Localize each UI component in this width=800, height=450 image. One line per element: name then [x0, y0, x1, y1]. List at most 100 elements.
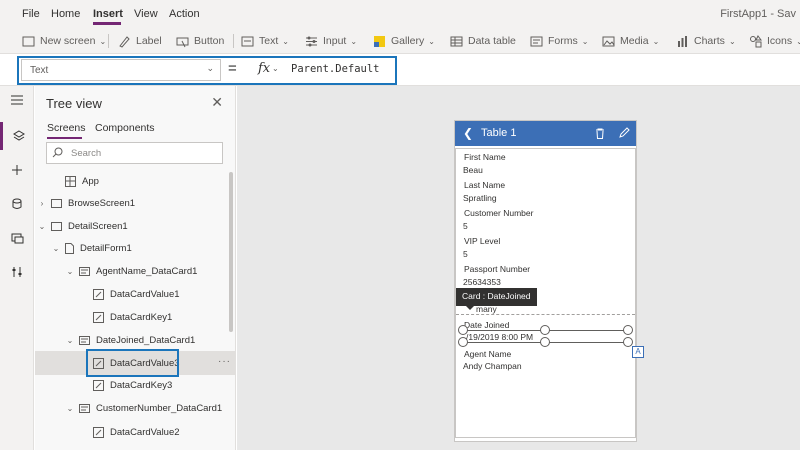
tree-node-label: BrowseScreen1 — [68, 197, 136, 209]
trash-icon[interactable] — [595, 128, 605, 139]
field-value-first-name[interactable]: Beau — [463, 165, 483, 175]
charts-icon — [678, 35, 687, 47]
tools-icon — [12, 267, 22, 277]
edit-pencil-icon[interactable] — [619, 127, 630, 138]
insert-button[interactable] — [0, 156, 34, 184]
field-label-vip-level: VIP Level — [464, 236, 501, 246]
new-screen-button[interactable]: New screen ⌄ — [22, 33, 106, 49]
edit-control-icon — [93, 379, 104, 391]
field-label-passport-number: Passport Number — [464, 264, 531, 274]
charts-button[interactable]: Charts ⌄ — [676, 33, 736, 49]
tree-node-datejoined-card[interactable]: ⌄ DateJoined_DataCard1 — [65, 329, 196, 351]
tree-node-agent-card[interactable]: ⌄ AgentName_DataCard1 — [65, 260, 198, 282]
resize-handle[interactable] — [623, 325, 633, 335]
text-button-label: Text — [259, 35, 279, 47]
data-button[interactable] — [0, 190, 34, 218]
chevron-down-icon[interactable]: ⌄ — [51, 244, 61, 253]
data-table-button[interactable]: Data table — [450, 33, 516, 49]
tab-active-underline — [47, 137, 82, 139]
tree-node-detail-screen[interactable]: ⌄ DetailScreen1 — [37, 215, 128, 237]
media-icon — [11, 233, 23, 244]
screen-header: ❮ Table 1 — [455, 121, 636, 146]
field-label-first-name: First Name — [464, 152, 506, 162]
app-icon — [65, 175, 76, 187]
chevron-down-icon: ⌄ — [282, 36, 289, 46]
menu-view[interactable]: View — [134, 8, 158, 20]
forms-icon — [530, 36, 543, 46]
chevron-down-icon[interactable]: ⌄ — [37, 222, 47, 231]
gallery-button-label: Gallery — [391, 35, 425, 47]
media-rail-button[interactable] — [0, 224, 34, 252]
chevron-down-icon[interactable]: ⌄ — [65, 267, 75, 276]
tree-node-label: DataCardValue2 — [110, 426, 180, 438]
ribbon-divider — [233, 34, 234, 48]
tree-node-agent-key[interactable]: DataCardKey1 — [93, 306, 172, 328]
chevron-down-icon[interactable]: ⌄ — [65, 404, 75, 413]
hamburger-icon — [11, 95, 23, 105]
tree-node-browse-screen[interactable]: › BrowseScreen1 — [37, 192, 135, 214]
hamburger-menu-button[interactable] — [0, 86, 34, 114]
media-button[interactable]: Media ⌄ — [602, 33, 659, 49]
text-button[interactable]: Text ⌄ — [241, 33, 289, 49]
tree-node-customer-value[interactable]: DataCardValue2 — [93, 421, 180, 443]
tree-node-label: DateJoined_DataCard1 — [96, 334, 196, 346]
field-value-customer-number[interactable]: 5 — [463, 221, 468, 231]
menu-insert[interactable]: Insert — [93, 8, 123, 20]
close-icon[interactable]: ✕ — [211, 94, 223, 111]
gallery-button[interactable]: Gallery ⌄ — [373, 33, 435, 49]
app-screen-preview[interactable]: ❮ Table 1 First Name Beau Last Name Spra… — [454, 120, 637, 442]
advanced-tools-button[interactable] — [0, 258, 34, 286]
tree-node-datejoined-key[interactable]: DataCardKey3 — [93, 374, 172, 396]
menu-action[interactable]: Action — [169, 8, 200, 20]
selected-node-highlight-box — [86, 349, 179, 377]
menu-file[interactable]: File — [22, 8, 40, 20]
field-label-last-name: Last Name — [464, 180, 506, 190]
back-arrow-icon[interactable]: ❮ — [463, 126, 473, 140]
chevron-down-icon: ⌄ — [99, 36, 107, 46]
more-options-icon[interactable]: ··· — [218, 356, 231, 367]
data-table-label: Data table — [468, 35, 516, 47]
tree-node-detail-form[interactable]: ⌄ DetailForm1 — [51, 237, 132, 259]
formula-highlight-box — [17, 56, 397, 85]
menu-home[interactable]: Home — [51, 8, 80, 20]
chevron-right-icon[interactable]: › — [37, 199, 47, 208]
resize-handle[interactable] — [540, 325, 550, 335]
label-button[interactable]: Label — [118, 33, 162, 49]
gallery-icon — [374, 35, 385, 47]
resize-handle[interactable] — [540, 337, 550, 347]
field-value-passport-number[interactable]: 25634353 — [463, 277, 501, 287]
tree-scrollbar[interactable] — [229, 172, 233, 332]
field-value-vip-level[interactable]: 5 — [463, 249, 468, 259]
button-icon — [176, 37, 189, 47]
field-value-agent-name[interactable]: Andy Champan — [463, 361, 522, 371]
tab-screens[interactable]: Screens — [47, 122, 86, 134]
button-button[interactable]: Button — [176, 33, 224, 49]
tree-node-app[interactable]: App — [51, 170, 99, 192]
card-icon — [79, 335, 90, 345]
media-label: Media — [620, 35, 649, 47]
resize-handle[interactable] — [458, 325, 468, 335]
resize-handle[interactable] — [458, 337, 468, 347]
tree-view-button[interactable] — [0, 122, 34, 150]
icons-button[interactable]: Icons ⌄ — [749, 33, 800, 49]
tree-node-label: App — [82, 175, 99, 187]
chevron-down-icon[interactable]: ⌄ — [65, 336, 75, 345]
screen-icon — [51, 221, 62, 231]
search-input[interactable]: Search — [46, 142, 223, 164]
tree-node-customer-card[interactable]: ⌄ CustomerNumber_DataCard1 — [65, 397, 223, 419]
card-separator — [456, 314, 635, 315]
tab-components[interactable]: Components — [95, 122, 155, 134]
card-icon — [79, 403, 90, 413]
forms-button[interactable]: Forms ⌄ — [530, 33, 588, 49]
database-icon — [12, 198, 22, 209]
field-value-date-joined[interactable]: /19/2019 8:00 PM — [466, 332, 533, 342]
text-format-badge[interactable]: A — [632, 346, 644, 358]
field-label-agent-name: Agent Name — [464, 349, 512, 359]
tree-node-agent-value[interactable]: DataCardValue1 — [93, 283, 180, 305]
tree-node-label: DetailForm1 — [80, 242, 132, 254]
input-button[interactable]: Input ⌄ — [305, 33, 357, 49]
field-value-last-name[interactable]: Spratling — [463, 193, 497, 203]
chevron-down-icon: ⌄ — [728, 36, 736, 46]
menu-bar: File Home Insert View Action FirstApp1 -… — [0, 0, 800, 28]
button-button-label: Button — [194, 35, 225, 47]
